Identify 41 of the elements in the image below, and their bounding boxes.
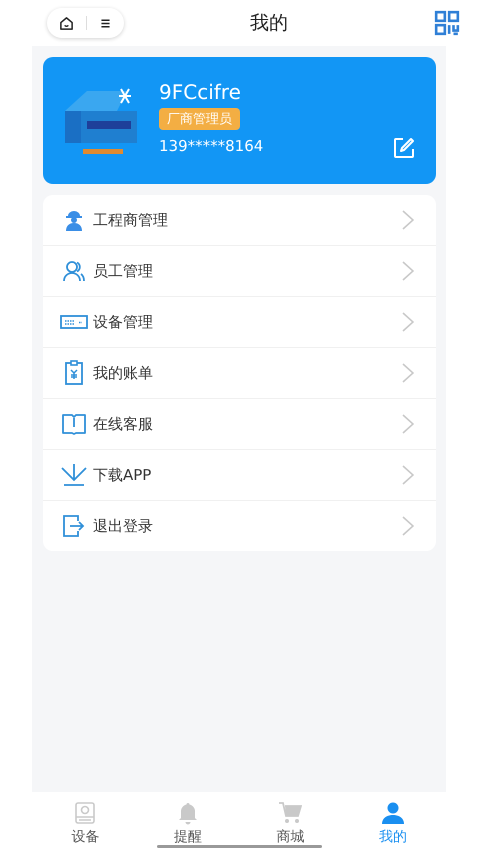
menu-icon[interactable] <box>99 16 112 30</box>
chevron-right-icon <box>402 516 414 536</box>
menu-item[interactable]: 下载APP <box>43 450 436 501</box>
menu-item[interactable]: 设备管理 <box>43 297 436 348</box>
book-icon <box>61 412 87 436</box>
menu-label: 下载APP <box>93 466 152 484</box>
page-title: 我的 <box>250 11 288 36</box>
menu-label: 员工管理 <box>93 262 154 280</box>
tab-item[interactable]: 商城 <box>260 792 320 846</box>
menu-label: 退出登录 <box>93 516 154 536</box>
cart-icon <box>278 801 302 825</box>
user-name: 9FCcifre <box>159 80 241 104</box>
menu-item[interactable]: 退出登录 <box>43 501 436 551</box>
device-icon <box>73 801 98 825</box>
chevron-right-icon <box>402 363 414 383</box>
chevron-right-icon <box>402 312 414 332</box>
bill-icon <box>64 360 84 386</box>
menu-label: 设备管理 <box>93 312 154 332</box>
menu-label: 工程商管理 <box>93 210 169 230</box>
home-icon[interactable] <box>59 16 74 30</box>
edit-icon[interactable] <box>392 136 416 160</box>
role-tag: 厂商管理员 <box>159 108 240 130</box>
chevron-right-icon <box>402 465 414 485</box>
logout-icon <box>62 514 86 538</box>
menu-label: 我的账单 <box>93 364 154 382</box>
keyboard-icon <box>60 314 88 330</box>
tab-item[interactable]: 提醒 <box>158 792 218 846</box>
menu-item[interactable]: 员工管理 <box>43 246 436 297</box>
menu-label: 在线客服 <box>93 414 154 434</box>
chevron-right-icon <box>402 210 414 230</box>
menu-item[interactable]: 我的账单 <box>43 348 436 399</box>
chevron-right-icon <box>402 414 414 434</box>
qr-code-icon[interactable] <box>434 10 460 36</box>
user-icon <box>380 801 405 825</box>
menu-item[interactable]: 在线客服 <box>43 399 436 450</box>
chevron-right-icon <box>402 261 414 281</box>
menu-item[interactable]: 工程商管理 <box>43 195 436 246</box>
download-icon <box>60 463 88 487</box>
people-icon <box>62 259 86 283</box>
tab-item[interactable]: 设备 <box>55 792 116 846</box>
phone-number: 139*****8164 <box>159 137 264 155</box>
